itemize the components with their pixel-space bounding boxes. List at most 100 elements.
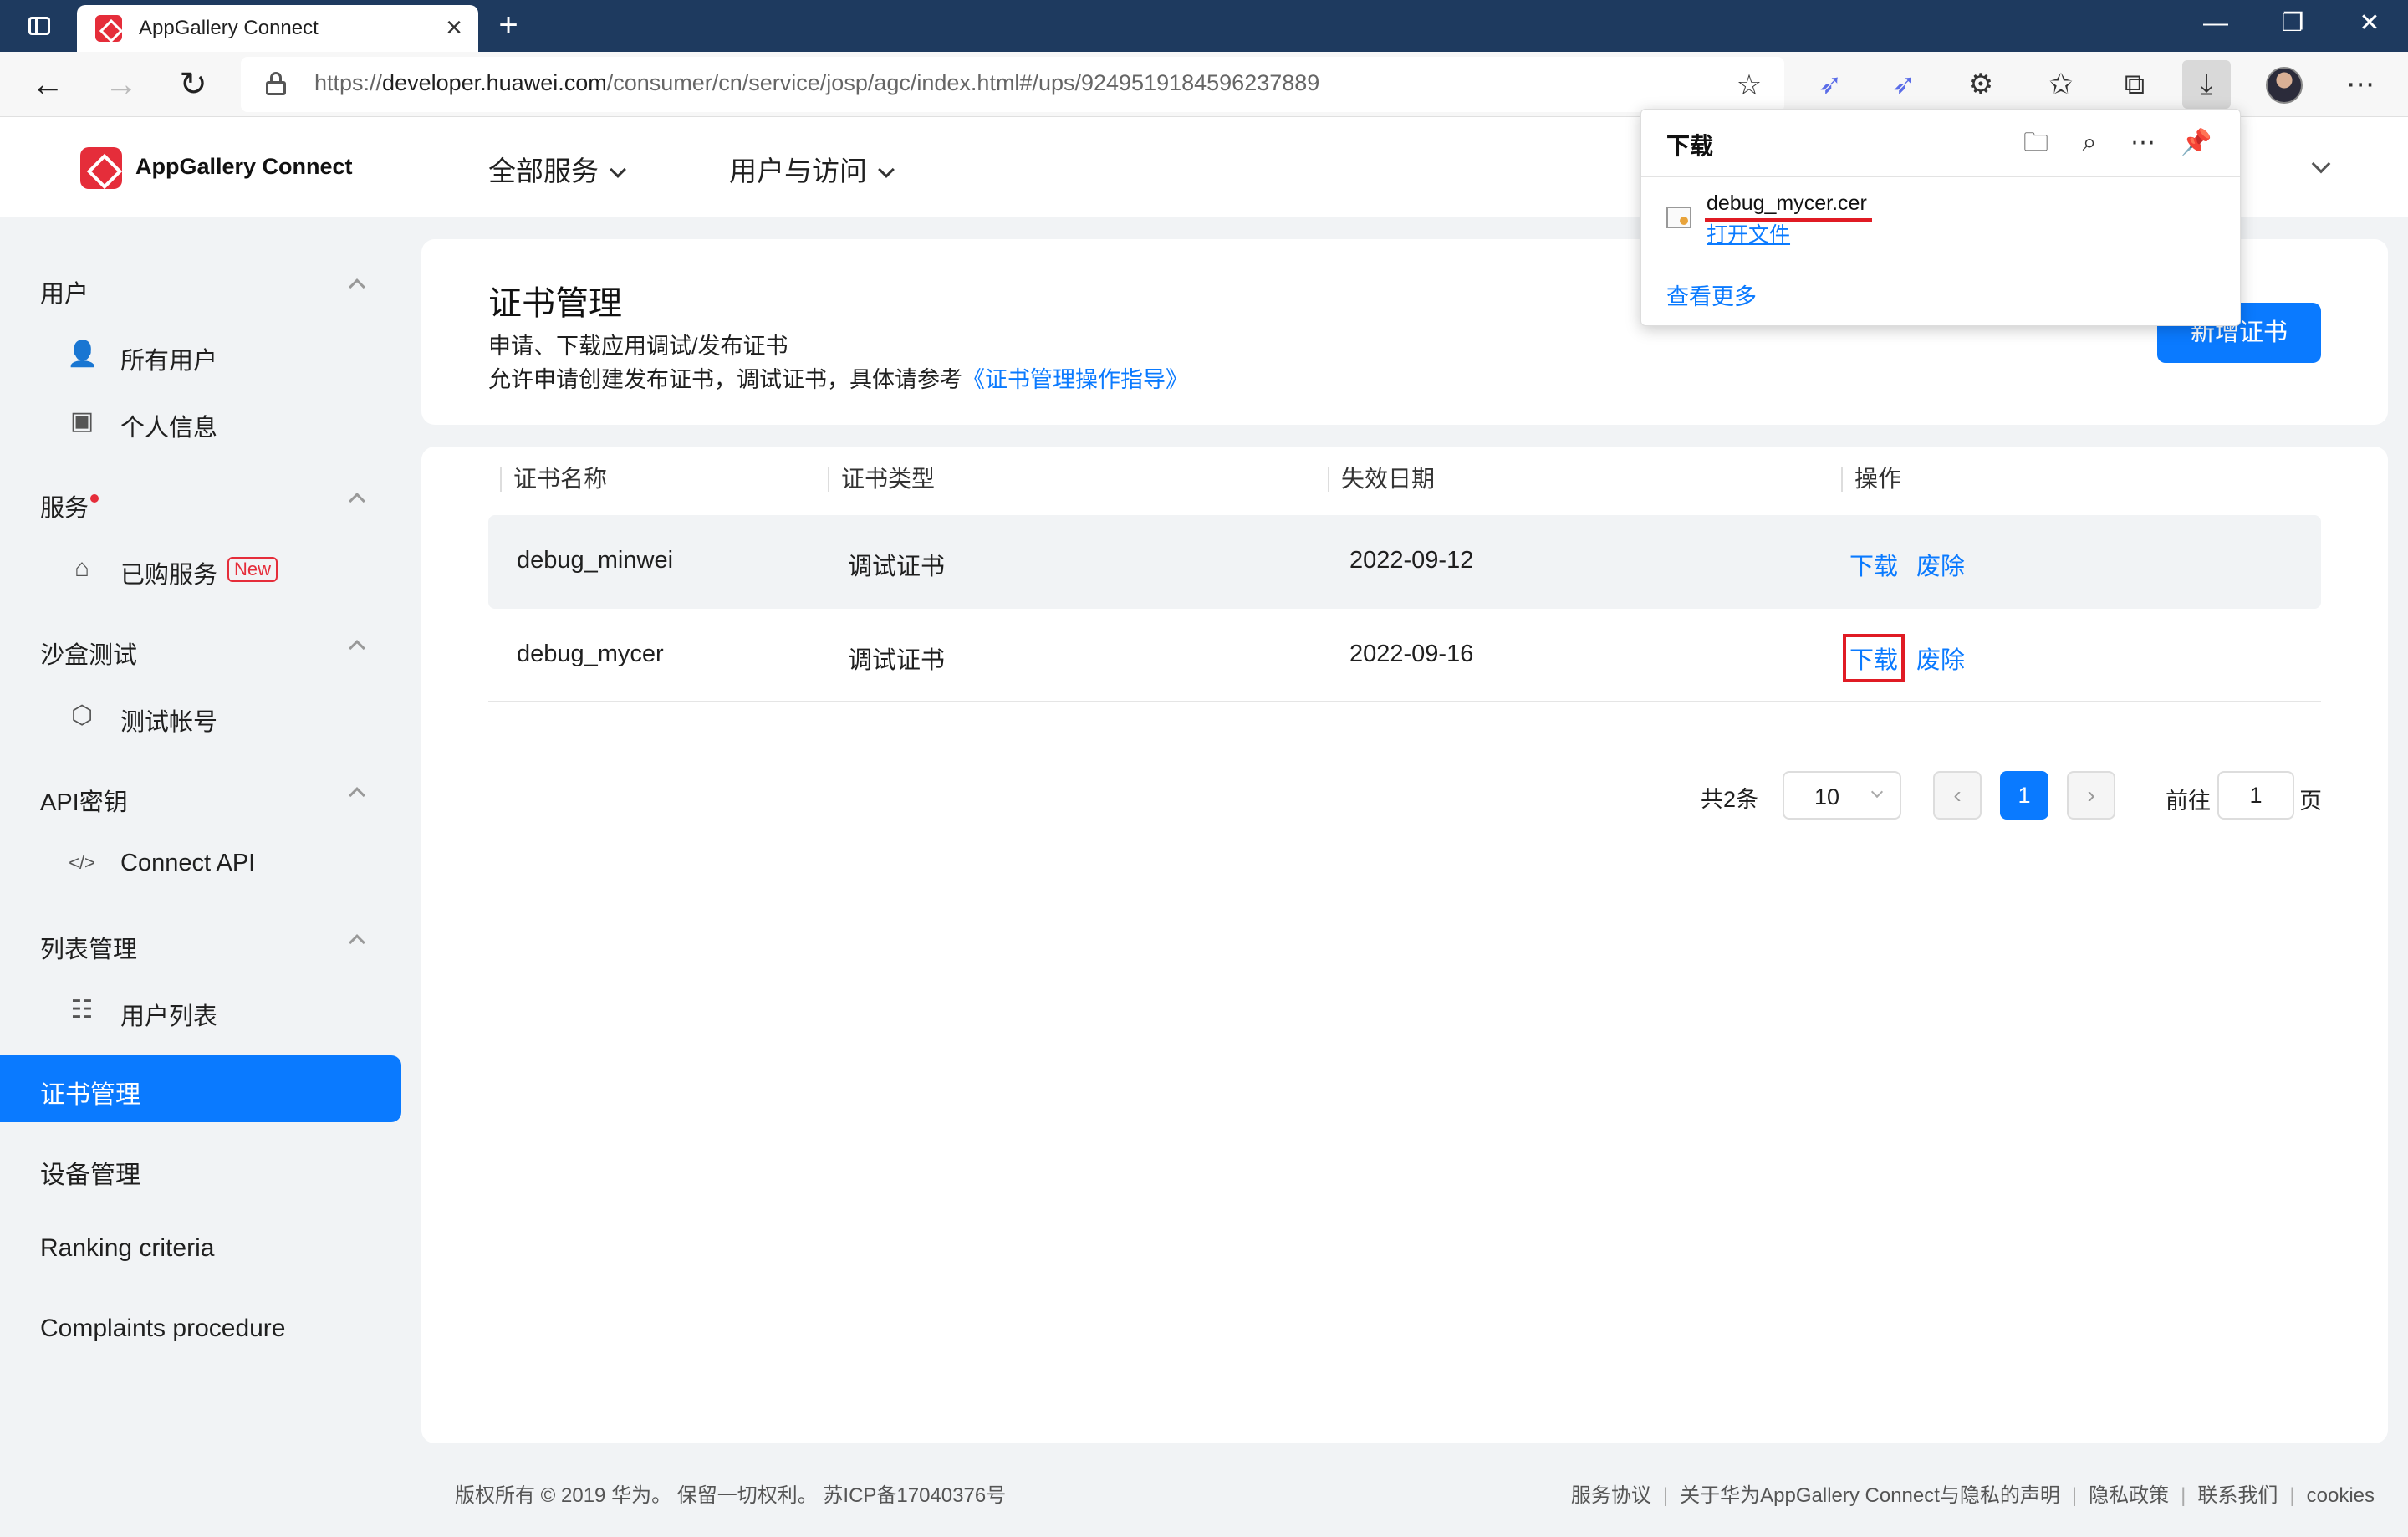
api-code-icon: </> bbox=[69, 852, 95, 873]
new-badge: New bbox=[227, 557, 278, 582]
cell-expiry-date: 2022-09-12 bbox=[1349, 547, 1474, 574]
pin-icon[interactable]: 📌 bbox=[2178, 125, 2215, 161]
footer-link-contact-us[interactable]: 联系我们 bbox=[2197, 1484, 2278, 1507]
tab-title: AppGallery Connect bbox=[139, 17, 319, 39]
page-title: 证书管理 bbox=[488, 285, 622, 322]
footer-link-privacy-policy[interactable]: 隐私政策 bbox=[2089, 1484, 2169, 1507]
total-count: 共2条 bbox=[1701, 787, 1759, 812]
chevron-up-icon[interactable] bbox=[349, 787, 365, 804]
lock-icon[interactable] bbox=[266, 72, 286, 95]
downloads-title: 下载 bbox=[1666, 133, 1714, 159]
brand-name[interactable]: AppGallery Connect bbox=[135, 154, 353, 180]
user-list-icon: ☷ bbox=[70, 996, 94, 1024]
sidebar-item-label: 所有用户 bbox=[120, 348, 218, 375]
more-options-icon[interactable]: ⋯ bbox=[2125, 125, 2161, 161]
sidebar-item-device-management[interactable]: 设备管理 bbox=[40, 1154, 140, 1191]
favorites-icon[interactable]: ✩ bbox=[2037, 60, 2085, 109]
column-header-type: 证书类型 bbox=[828, 467, 935, 492]
url-text: https://developer.huawei.com/consumer/cn… bbox=[314, 70, 1320, 95]
extensions-icon[interactable]: ⚙ bbox=[1956, 60, 2005, 109]
chevron-up-icon[interactable] bbox=[349, 640, 365, 656]
more-options-icon[interactable]: ⋯ bbox=[2336, 60, 2385, 109]
profile-avatar[interactable] bbox=[2266, 67, 2303, 104]
open-file-link[interactable]: 打开文件 bbox=[1707, 218, 1790, 248]
downloaded-file-name[interactable]: debug_mycer.cer bbox=[1705, 191, 1872, 222]
extension-bird-2-icon[interactable]: ➶ bbox=[1880, 60, 1928, 109]
footer-link-privacy-statement[interactable]: 关于华为AppGallery Connect与隐私的声明 bbox=[1680, 1484, 2060, 1507]
chevron-up-icon[interactable] bbox=[349, 934, 365, 951]
column-header-name: 证书名称 bbox=[500, 467, 607, 492]
goto-page-input[interactable]: 1 bbox=[2217, 771, 2294, 820]
browser-tab[interactable]: AppGallery Connect × bbox=[77, 5, 478, 52]
refresh-icon[interactable]: ↻ bbox=[171, 62, 216, 107]
sidebar-item-profile[interactable]: ▣ 个人信息 bbox=[67, 398, 385, 445]
sidebar-item-all-users[interactable]: 👤 所有用户 bbox=[67, 331, 385, 378]
cube-icon: ⬡ bbox=[70, 702, 94, 729]
search-icon[interactable]: ⌕ bbox=[2071, 125, 2108, 161]
prev-page-icon[interactable]: ‹ bbox=[1933, 771, 1982, 820]
page-description-guide: 允许申请创建发布证书，调试证书，具体请参考《证书管理操作指导》 bbox=[488, 367, 1188, 392]
see-more-link[interactable]: 查看更多 bbox=[1666, 278, 1757, 311]
sidebar-item-label: 证书管理 bbox=[40, 1081, 140, 1109]
notification-dot bbox=[90, 494, 99, 503]
revoke-link[interactable]: 废除 bbox=[1916, 547, 1965, 582]
extension-bird-icon[interactable]: ➶ bbox=[1806, 60, 1854, 109]
sidebar-item-purchased-services[interactable]: ⌂ 已购服务 New bbox=[67, 545, 385, 592]
cell-cert-name: debug_mycer bbox=[517, 641, 664, 667]
page-description: 申请、下载应用调试/发布证书 bbox=[488, 334, 788, 359]
address-toolbar: ← → ↻ https://developer.huawei.com/consu… bbox=[0, 52, 2408, 117]
cell-cert-type: 调试证书 bbox=[848, 647, 946, 674]
download-link-highlighted[interactable]: 下载 bbox=[1842, 634, 1905, 682]
revoke-link[interactable]: 废除 bbox=[1916, 641, 1965, 676]
account-chevron-down-icon[interactable] bbox=[2311, 154, 2331, 174]
sidebar-section-list-management[interactable]: 列表管理 bbox=[40, 930, 137, 965]
window-close-icon[interactable]: ✕ bbox=[2331, 0, 2408, 47]
new-tab-icon[interactable]: + bbox=[490, 7, 527, 43]
chevron-up-icon[interactable] bbox=[349, 493, 365, 509]
chevron-up-icon[interactable] bbox=[349, 278, 365, 295]
sidebar-section-sandbox[interactable]: 沙盒测试 bbox=[40, 636, 137, 671]
guide-link[interactable]: 《证书管理操作指导》 bbox=[962, 367, 1188, 392]
column-header-actions: 操作 bbox=[1841, 467, 1901, 492]
tab-actions-icon[interactable] bbox=[23, 10, 57, 42]
sidebar-section-api-keys[interactable]: API密钥 bbox=[40, 783, 128, 818]
forward-icon[interactable]: → bbox=[99, 62, 144, 107]
sidebar-item-test-accounts[interactable]: ⬡ 测试帐号 bbox=[67, 692, 385, 739]
nav-users-access[interactable]: 用户与访问 bbox=[729, 149, 895, 189]
sidebar-section-services[interactable]: 服务 bbox=[40, 488, 99, 523]
sidebar-item-certificate-management[interactable]: 证书管理 bbox=[0, 1055, 401, 1122]
sidebar: 用户 👤 所有用户 ▣ 个人信息 服务 ⌂ 已购服务 New 沙盒测试 ⬡ 测试… bbox=[0, 217, 410, 1537]
downloads-icon[interactable]: ⤓ bbox=[2182, 60, 2231, 109]
restore-icon[interactable]: ❐ bbox=[2254, 0, 2331, 47]
back-icon[interactable]: ← bbox=[25, 62, 70, 107]
collections-icon[interactable]: ⧉ bbox=[2110, 60, 2159, 109]
minimize-icon[interactable]: — bbox=[2177, 0, 2254, 47]
page-number-current[interactable]: 1 bbox=[2000, 771, 2048, 820]
sidebar-item-complaints-procedure[interactable]: Complaints procedure bbox=[40, 1315, 285, 1343]
page-size-select[interactable]: 10 bbox=[1783, 771, 1901, 820]
tab-close-icon[interactable]: × bbox=[438, 12, 470, 43]
appgallery-logo-icon[interactable] bbox=[80, 147, 122, 189]
table-row: debug_minwei 调试证书 2022-09-12 下载 废除 bbox=[488, 515, 2321, 609]
footer-links: 服务协议 | 关于华为AppGallery Connect与隐私的声明 | 隐私政策 | 联… bbox=[1570, 1484, 2375, 1507]
chevron-down-icon bbox=[878, 161, 895, 178]
add-favorite-icon[interactable]: ☆ bbox=[1731, 67, 1768, 104]
open-folder-icon[interactable]: 🗀 bbox=[2018, 125, 2054, 161]
footer-link-cookies[interactable]: cookies bbox=[2307, 1484, 2375, 1507]
download-link[interactable]: 下载 bbox=[1849, 547, 1898, 582]
sidebar-item-ranking-criteria[interactable]: Ranking criteria bbox=[40, 1234, 214, 1263]
copyright: 版权所有 © 2019 华为。 保留一切权利。 苏ICP备17040376号 bbox=[455, 1484, 1007, 1507]
footer-link-service-agreement[interactable]: 服务协议 bbox=[1571, 1484, 1651, 1507]
sidebar-item-connect-api[interactable]: </> Connect API bbox=[67, 840, 385, 886]
shopping-bag-icon: ⌂ bbox=[74, 554, 90, 582]
nav-all-services[interactable]: 全部服务 bbox=[488, 149, 626, 189]
sidebar-item-user-list[interactable]: ☷ 用户列表 bbox=[67, 987, 385, 1034]
sidebar-item-label: 用户列表 bbox=[120, 1003, 218, 1030]
next-page-icon[interactable]: › bbox=[2067, 771, 2115, 820]
sidebar-section-users[interactable]: 用户 bbox=[40, 274, 89, 309]
pagination: 共2条 10 ‹ 1 › 前往 1 页 bbox=[421, 771, 2388, 821]
sidebar-item-label: 测试帐号 bbox=[120, 709, 218, 736]
url-input[interactable]: https://developer.huawei.com/consumer/cn… bbox=[241, 57, 1784, 112]
goto-label: 前往 bbox=[2166, 789, 2211, 814]
sidebar-item-label: 已购服务 bbox=[120, 562, 218, 589]
